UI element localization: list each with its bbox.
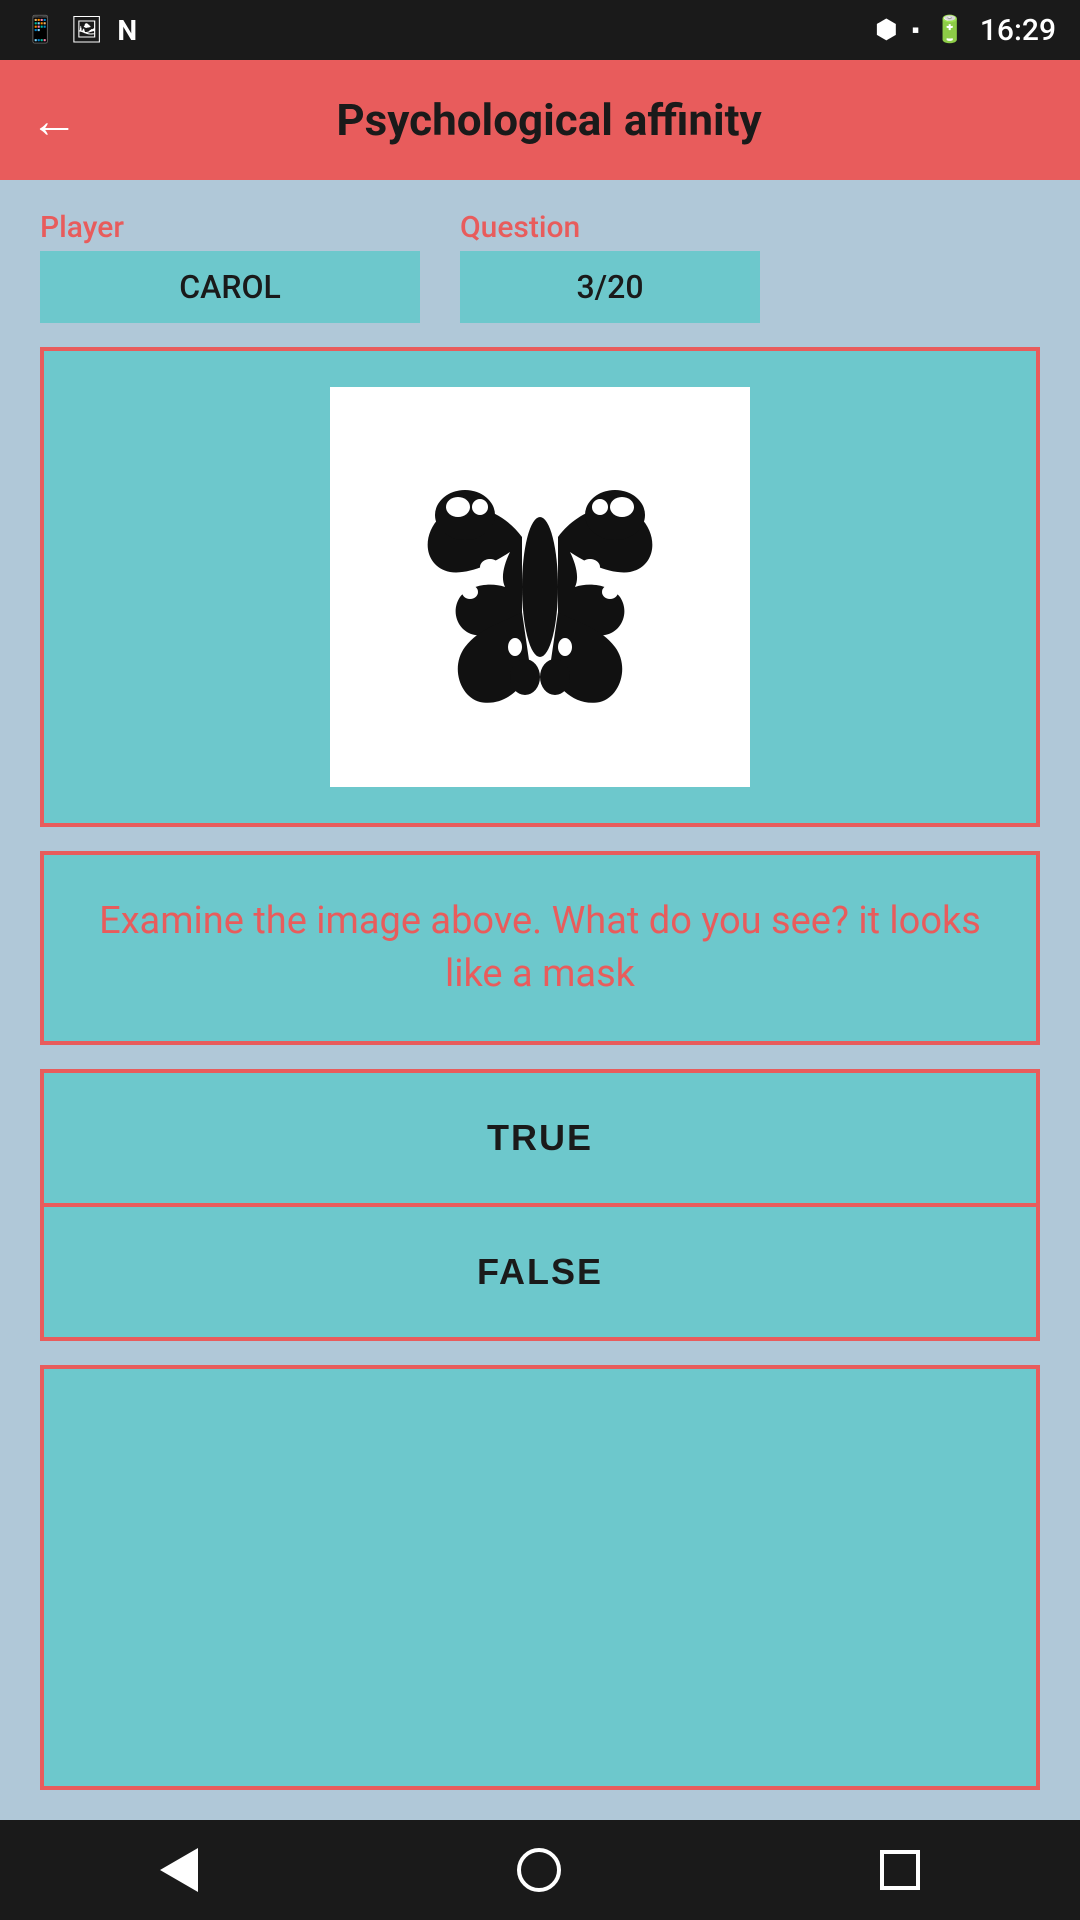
back-nav-icon[interactable] [160, 1848, 198, 1892]
player-value: CAROL [40, 251, 420, 323]
status-bar: 📱 🖼 N ⬢ ▪ 🔋 16:29 [0, 0, 1080, 60]
status-time: 16:29 [980, 13, 1056, 48]
status-bar-left: 📱 🖼 N [24, 14, 137, 47]
inkblot-svg [350, 407, 730, 767]
nav-bar [0, 1820, 1080, 1920]
sim-icon: ▪ [912, 17, 920, 43]
answers-container: TRUE FALSE [40, 1069, 1040, 1341]
recents-nav-icon[interactable] [880, 1850, 920, 1890]
bluetooth-icon: ⬢ [875, 15, 898, 45]
image-icon: 🖼 [70, 15, 103, 45]
main-content: Player CAROL Question 3/20 [0, 180, 1080, 1820]
bottom-card [40, 1365, 1040, 1790]
question-card: Examine the image above. What do you see… [40, 851, 1040, 1045]
home-nav-icon[interactable] [517, 1848, 561, 1892]
phone-icon: 📱 [24, 15, 56, 45]
app-header: ← Psychological affinity [0, 60, 1080, 180]
page-title: Psychological affinity [108, 94, 990, 146]
player-field: Player CAROL [40, 210, 420, 323]
n-icon: N [117, 14, 137, 47]
false-button[interactable]: FALSE [44, 1207, 1036, 1337]
inkblot-card [40, 347, 1040, 827]
question-label: Question [460, 210, 760, 245]
question-text: Examine the image above. What do you see… [84, 895, 996, 1001]
battery-icon: 🔋 [934, 15, 966, 45]
question-value: 3/20 [460, 251, 760, 323]
info-row: Player CAROL Question 3/20 [40, 210, 1040, 323]
player-label: Player [40, 210, 420, 245]
true-button[interactable]: TRUE [44, 1073, 1036, 1207]
question-field: Question 3/20 [460, 210, 760, 323]
back-button[interactable]: ← [30, 92, 78, 149]
status-bar-right: ⬢ ▪ 🔋 16:29 [875, 13, 1056, 48]
inkblot-image [330, 387, 750, 787]
